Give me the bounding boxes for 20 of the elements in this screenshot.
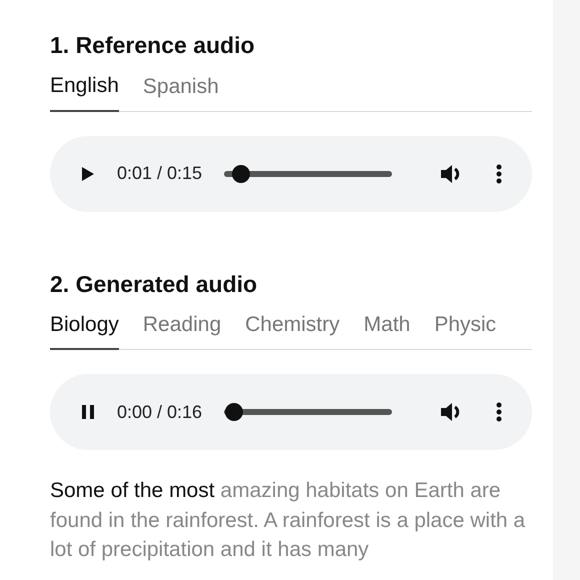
play-button[interactable] <box>80 166 96 182</box>
section-title: 1. Reference audio <box>50 31 256 60</box>
seek-slider[interactable] <box>224 403 392 421</box>
tab[interactable]: Math <box>364 308 410 349</box>
tab[interactable]: Physic <box>434 308 496 349</box>
seek-slider[interactable] <box>224 164 392 182</box>
tab[interactable]: Biology <box>50 308 119 350</box>
tab[interactable]: Reading <box>142 308 222 349</box>
more-options-icon[interactable] <box>496 402 502 422</box>
time-display: 0:00 / 0:16 <box>117 400 202 424</box>
tab[interactable]: Chemistry <box>245 308 340 349</box>
transcript-paragraph: Some of the most amazing habitats on Earth are found in the rainforest. A rainforest is a place with a lot of precipitation and it has many <box>50 478 526 563</box>
tab[interactable]: English <box>50 70 119 112</box>
tab[interactable]: Spanish <box>142 70 219 110</box>
slider-thumb[interactable] <box>225 403 244 421</box>
more-options-icon[interactable] <box>496 164 502 184</box>
pause-button[interactable] <box>80 404 96 420</box>
time-display: 0:01 / 0:15 <box>117 162 202 185</box>
slider-thumb[interactable] <box>232 164 250 182</box>
section-title: 2. Generated audio <box>50 270 258 298</box>
